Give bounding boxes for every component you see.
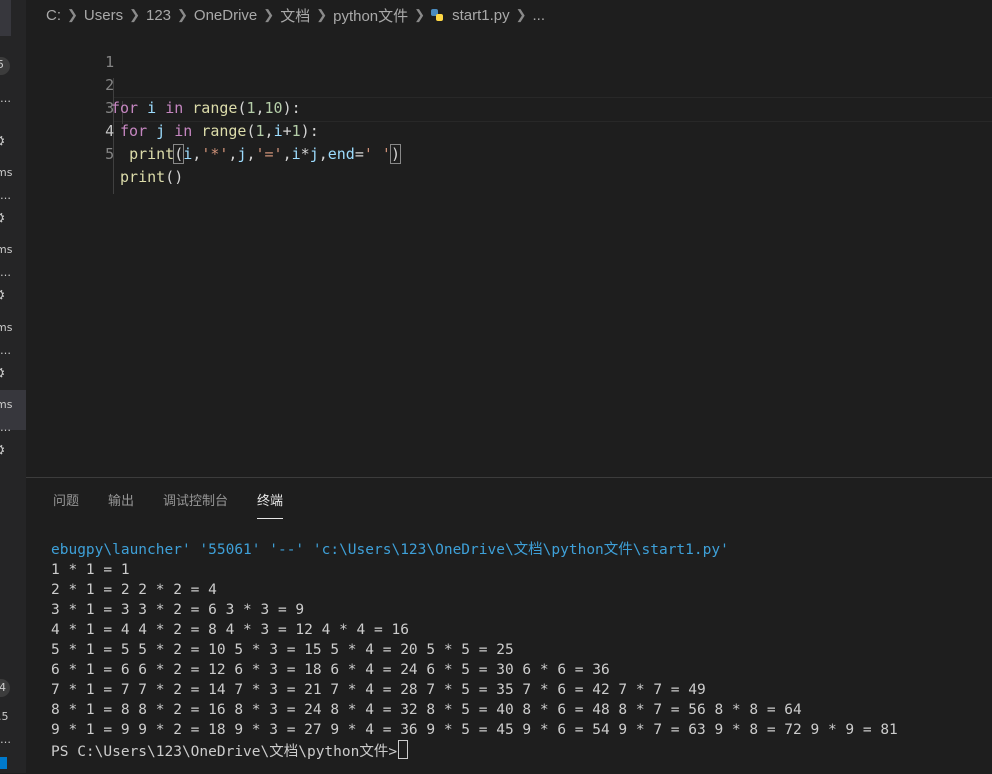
code-line: 1 — [26, 28, 114, 71]
terminal-output-line: 4 * 1 = 4 4 * 2 = 8 4 * 3 = 12 4 * 4 = 1… — [51, 622, 409, 638]
tab-output[interactable]: 输出 — [108, 490, 134, 518]
breadcrumb: C: ❯ Users ❯ 123 ❯ OneDrive ❯ 文档 ❯ pytho… — [46, 4, 545, 26]
code-text: for j in range(1,i+1): — [120, 122, 319, 140]
breadcrumb-item[interactable]: C: — [46, 7, 61, 24]
breadcrumb-item[interactable]: 123 — [146, 7, 171, 24]
terminal-prompt: PS C:\Users\123\OneDrive\文档\python文件> — [51, 744, 398, 760]
side-label: … — [0, 733, 11, 746]
chevron-right-icon: ❯ — [129, 7, 140, 22]
terminal[interactable]: ebugpy\launcher' '55061' '--' 'c:\Users\… — [51, 540, 991, 762]
bottom-panel: 问题 输出 调试控制台 终端 ebugpy\launcher' '55061' … — [26, 477, 992, 774]
terminal-cursor — [398, 740, 409, 759]
side-label: ms — [0, 321, 13, 334]
gear-icon[interactable]: ⚙ — [0, 133, 8, 149]
side-label: … — [0, 189, 11, 202]
line-number: 1 — [105, 53, 115, 71]
status-indicator — [0, 757, 7, 769]
terminal-output-line: 3 * 1 = 3 3 * 2 = 6 3 * 3 = 9 — [51, 602, 305, 618]
terminal-output-line: 9 * 1 = 9 9 * 2 = 18 9 * 3 = 27 9 * 4 = … — [51, 722, 898, 738]
chevron-right-icon: ❯ — [177, 7, 188, 22]
code-text: print(i,'*',j,'=',i*j,end=' ') — [129, 144, 402, 164]
line-number: 5 — [105, 145, 115, 163]
terminal-output-line: 8 * 1 = 8 8 * 2 = 16 8 * 3 = 24 8 * 4 = … — [51, 702, 802, 718]
side-label: ms — [0, 166, 13, 179]
terminal-output-line: 2 * 1 = 2 2 * 2 = 4 — [51, 582, 217, 598]
side-label: … — [0, 344, 11, 357]
side-label: … — [0, 92, 11, 105]
side-panel-selected-item[interactable] — [0, 0, 11, 36]
terminal-prompt-line[interactable]: PS C:\Users\123\OneDrive\文档\python文件> — [51, 740, 991, 762]
tab-debug-console[interactable]: 调试控制台 — [163, 490, 228, 518]
terminal-output-line: 6 * 1 = 6 6 * 2 = 12 6 * 3 = 18 6 * 4 = … — [51, 662, 610, 678]
breadcrumb-item[interactable]: python文件 — [333, 5, 408, 26]
gear-icon[interactable]: ⚙ — [0, 365, 8, 381]
gear-icon[interactable]: ⚙ — [0, 442, 8, 458]
terminal-command-line: ebugpy\launcher' '55061' '--' 'c:\Users\… — [51, 542, 729, 558]
side-label: .5 — [0, 710, 9, 723]
breadcrumb-item[interactable]: ... — [533, 7, 546, 24]
terminal-output-line: 7 * 1 = 7 7 * 2 = 14 7 * 3 = 21 7 * 4 = … — [51, 682, 706, 698]
code-line: 2 for i in range(1,10): — [26, 51, 301, 117]
side-label: ms — [0, 398, 13, 411]
gear-icon[interactable]: ⚙ — [0, 210, 8, 226]
side-label: … — [0, 421, 11, 434]
line-number: 2 — [105, 76, 115, 94]
chevron-right-icon: ❯ — [263, 7, 275, 22]
side-label: 4 — [0, 681, 6, 694]
chevron-right-icon: ❯ — [67, 7, 78, 22]
side-label: … — [0, 266, 11, 279]
gear-icon[interactable]: ⚙ — [0, 287, 8, 303]
line-number: 3 — [105, 99, 115, 117]
code-line: 3 for j in range(1,i+1): — [26, 74, 319, 140]
breadcrumb-file[interactable]: start1.py — [452, 7, 510, 24]
tab-terminal[interactable]: 终端 — [257, 490, 284, 519]
code-text: for i in range(1,10): — [111, 99, 301, 117]
breadcrumb-item[interactable]: OneDrive — [194, 7, 257, 24]
line-number: 4 — [105, 122, 115, 140]
side-label: ms — [0, 243, 13, 256]
python-file-icon — [431, 8, 444, 22]
code-line: 4 print(i,'*',j,'=',i*j,end=' ') — [26, 97, 402, 164]
terminal-output-line: 5 * 1 = 5 5 * 2 = 10 5 * 3 = 15 5 * 4 = … — [51, 642, 514, 658]
side-panel: 5 … ⚙ ms … ⚙ ms … ⚙ ms … ⚙ ms … ⚙ 4 .5 … — [0, 0, 26, 773]
chevron-right-icon: ❯ — [515, 7, 527, 22]
breadcrumb-item[interactable]: Users — [84, 7, 123, 24]
breadcrumb-item[interactable]: 文档 — [280, 5, 310, 26]
chevron-right-icon: ❯ — [316, 7, 328, 22]
code-text: print() — [120, 168, 184, 186]
terminal-output-line: 1 * 1 = 1 — [51, 562, 130, 578]
side-badge-count: 5 — [0, 58, 4, 71]
panel-tabs: 问题 输出 调试控制台 终端 — [53, 490, 284, 519]
code-editor[interactable]: 1 2 for i in range(1,10): 3 for j in ran… — [26, 28, 992, 476]
code-line: 5 print() — [26, 120, 183, 186]
chevron-right-icon: ❯ — [414, 7, 426, 22]
tab-problems[interactable]: 问题 — [53, 490, 79, 518]
